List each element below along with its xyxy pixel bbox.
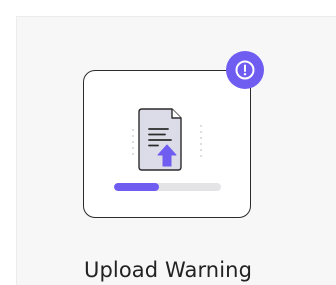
upload-progress-fill [114,183,159,191]
dotted-accent-left [132,129,134,155]
warning-badge [226,51,264,89]
exclamation-icon [235,60,255,80]
card-title: Upload Warning [84,258,252,282]
dotted-accent-right [200,125,202,157]
document-upload-icon [132,108,202,171]
upload-progress-bar [114,183,221,191]
